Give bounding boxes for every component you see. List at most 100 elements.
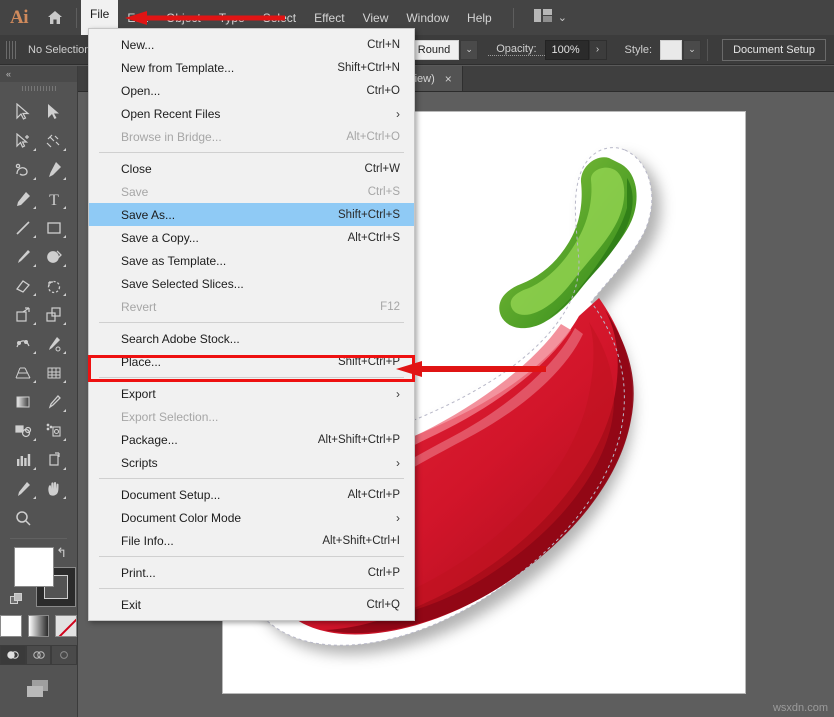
menu-item-open[interactable]: Open... Ctrl+O	[89, 79, 414, 102]
shape-builder-tool[interactable]	[39, 330, 70, 358]
menu-object[interactable]: Object	[157, 6, 210, 30]
menu-window[interactable]: Window	[397, 6, 458, 30]
menu-item-new[interactable]: New... Ctrl+N	[89, 33, 414, 56]
fill-stroke-controls[interactable]: ↰	[10, 545, 67, 607]
none-fill-button[interactable]	[55, 615, 77, 637]
slice-tool[interactable]	[8, 475, 39, 503]
default-fill-stroke-icon[interactable]	[10, 593, 24, 607]
menu-item-label: Close	[121, 162, 365, 176]
menu-item-document-setup[interactable]: Document Setup... Alt+Ctrl+P	[89, 483, 414, 506]
free-transform-tool[interactable]	[39, 301, 70, 329]
menu-item-open-recent-files[interactable]: Open Recent Files ›	[89, 102, 414, 125]
curvature-tool[interactable]	[8, 156, 39, 184]
type-tool[interactable]: T	[39, 185, 70, 213]
rectangle-tool[interactable]	[39, 214, 70, 242]
change-screen-mode-icon[interactable]	[22, 677, 56, 706]
menu-item-file-info[interactable]: File Info... Alt+Shift+Ctrl+I	[89, 529, 414, 552]
menu-item-save-as[interactable]: Save As... Shift+Ctrl+S	[89, 203, 414, 226]
gradient-fill-button[interactable]	[28, 615, 50, 637]
menu-item-shortcut: Ctrl+W	[365, 163, 400, 175]
stroke-profile-dropdown[interactable]: ⌄	[460, 40, 478, 60]
eyedropper-tool[interactable]	[39, 388, 70, 416]
home-icon[interactable]	[38, 0, 72, 35]
control-bar-drag-handle[interactable]	[6, 41, 16, 59]
menu-item-exit[interactable]: Exit Ctrl+Q	[89, 593, 414, 616]
width-tool[interactable]	[8, 330, 39, 358]
magic-wand-tool[interactable]	[8, 127, 39, 155]
submenu-arrow-icon: ›	[396, 387, 400, 401]
screen-mode-row[interactable]	[0, 677, 77, 706]
tools-panel[interactable]: «	[0, 66, 78, 717]
blend-tool[interactable]	[8, 417, 39, 445]
swap-fill-stroke-icon[interactable]: ↰	[56, 545, 67, 561]
paintbrush-tool[interactable]	[8, 243, 39, 271]
workspace-switcher[interactable]: ⌄	[534, 9, 567, 27]
column-graph-tool[interactable]	[8, 446, 39, 474]
close-icon[interactable]: ×	[445, 73, 452, 85]
menu-type[interactable]: Type	[210, 6, 254, 30]
menu-item-label: Open...	[121, 84, 366, 98]
menu-item-export[interactable]: Export ›	[89, 382, 414, 405]
menu-item-label: Export Selection...	[121, 410, 400, 424]
menu-item-shortcut: Alt+Ctrl+O	[346, 131, 400, 143]
menu-item-document-color-mode[interactable]: Document Color Mode ›	[89, 506, 414, 529]
menu-item-shortcut: Ctrl+O	[366, 85, 400, 97]
color-fill-button[interactable]	[0, 615, 22, 637]
artboard-tool[interactable]	[39, 446, 70, 474]
draw-behind-button[interactable]	[26, 645, 52, 665]
graphic-style-swatch[interactable]	[660, 40, 682, 60]
menu-item-label: Save	[121, 185, 368, 199]
menu-item-print[interactable]: Print... Ctrl+P	[89, 561, 414, 584]
menu-item-package[interactable]: Package... Alt+Shift+Ctrl+P	[89, 428, 414, 451]
chevron-down-icon[interactable]: ⌄	[558, 11, 567, 24]
mesh-tool[interactable]	[39, 359, 70, 387]
shaper-tool[interactable]	[39, 243, 70, 271]
rotate-tool[interactable]	[39, 272, 70, 300]
gradient-tool[interactable]	[8, 388, 39, 416]
opacity-options-button[interactable]: ›	[589, 40, 607, 60]
tools-panel-drag-handle[interactable]	[0, 82, 77, 94]
fill-mode-row[interactable]	[0, 615, 77, 637]
graphic-style-dropdown[interactable]: ⌄	[683, 40, 701, 60]
menu-select[interactable]: Select	[254, 6, 305, 30]
file-dropdown-menu[interactable]: New... Ctrl+N New from Template... Shift…	[88, 28, 415, 621]
menu-item-label: Save as Template...	[121, 254, 400, 268]
fill-color-swatch[interactable]	[14, 547, 54, 587]
menu-item-scripts[interactable]: Scripts ›	[89, 451, 414, 474]
tools-panel-collapse[interactable]: «	[0, 66, 77, 82]
draw-normal-button[interactable]	[0, 645, 26, 665]
menu-item-save-a-copy[interactable]: Save a Copy... Alt+Ctrl+S	[89, 226, 414, 249]
lasso-tool[interactable]	[39, 127, 70, 155]
pen-tool[interactable]	[39, 156, 70, 184]
draw-inside-button[interactable]	[51, 645, 77, 665]
menu-item-shortcut: Ctrl+S	[368, 186, 400, 198]
eraser-tool[interactable]	[8, 272, 39, 300]
zoom-tool[interactable]	[8, 504, 39, 532]
symbol-sprayer-tool[interactable]	[39, 417, 70, 445]
opacity-label[interactable]: Opacity:	[488, 43, 544, 56]
menu-item-place[interactable]: Place... Shift+Ctrl+P	[89, 350, 414, 373]
add-anchor-point-tool[interactable]	[8, 185, 39, 213]
menu-edit[interactable]: Edit	[118, 6, 157, 30]
line-segment-tool[interactable]	[8, 214, 39, 242]
hand-tool[interactable]	[39, 475, 70, 503]
opacity-input[interactable]: 100%	[545, 40, 589, 60]
menu-item-label: Exit	[121, 598, 366, 612]
menu-effect[interactable]: Effect	[305, 6, 353, 30]
scale-tool[interactable]	[8, 301, 39, 329]
selection-tool[interactable]	[8, 98, 39, 126]
perspective-grid-tool[interactable]	[8, 359, 39, 387]
menu-separator	[99, 588, 404, 589]
menu-item-label: File Info...	[121, 534, 322, 548]
menu-item-save-as-template[interactable]: Save as Template...	[89, 249, 414, 272]
direct-selection-tool[interactable]	[39, 98, 70, 126]
draw-mode-row[interactable]	[0, 645, 77, 665]
menu-item-close[interactable]: Close Ctrl+W	[89, 157, 414, 180]
menu-item-save-selected-slices[interactable]: Save Selected Slices...	[89, 272, 414, 295]
menu-help[interactable]: Help	[458, 6, 501, 30]
menu-item-new-from-template[interactable]: New from Template... Shift+Ctrl+N	[89, 56, 414, 79]
menu-item-search-adobe-stock[interactable]: Search Adobe Stock...	[89, 327, 414, 350]
menu-view[interactable]: View	[354, 6, 398, 30]
menu-item-shortcut: Alt+Ctrl+P	[348, 489, 400, 501]
document-setup-button[interactable]: Document Setup	[722, 39, 826, 61]
